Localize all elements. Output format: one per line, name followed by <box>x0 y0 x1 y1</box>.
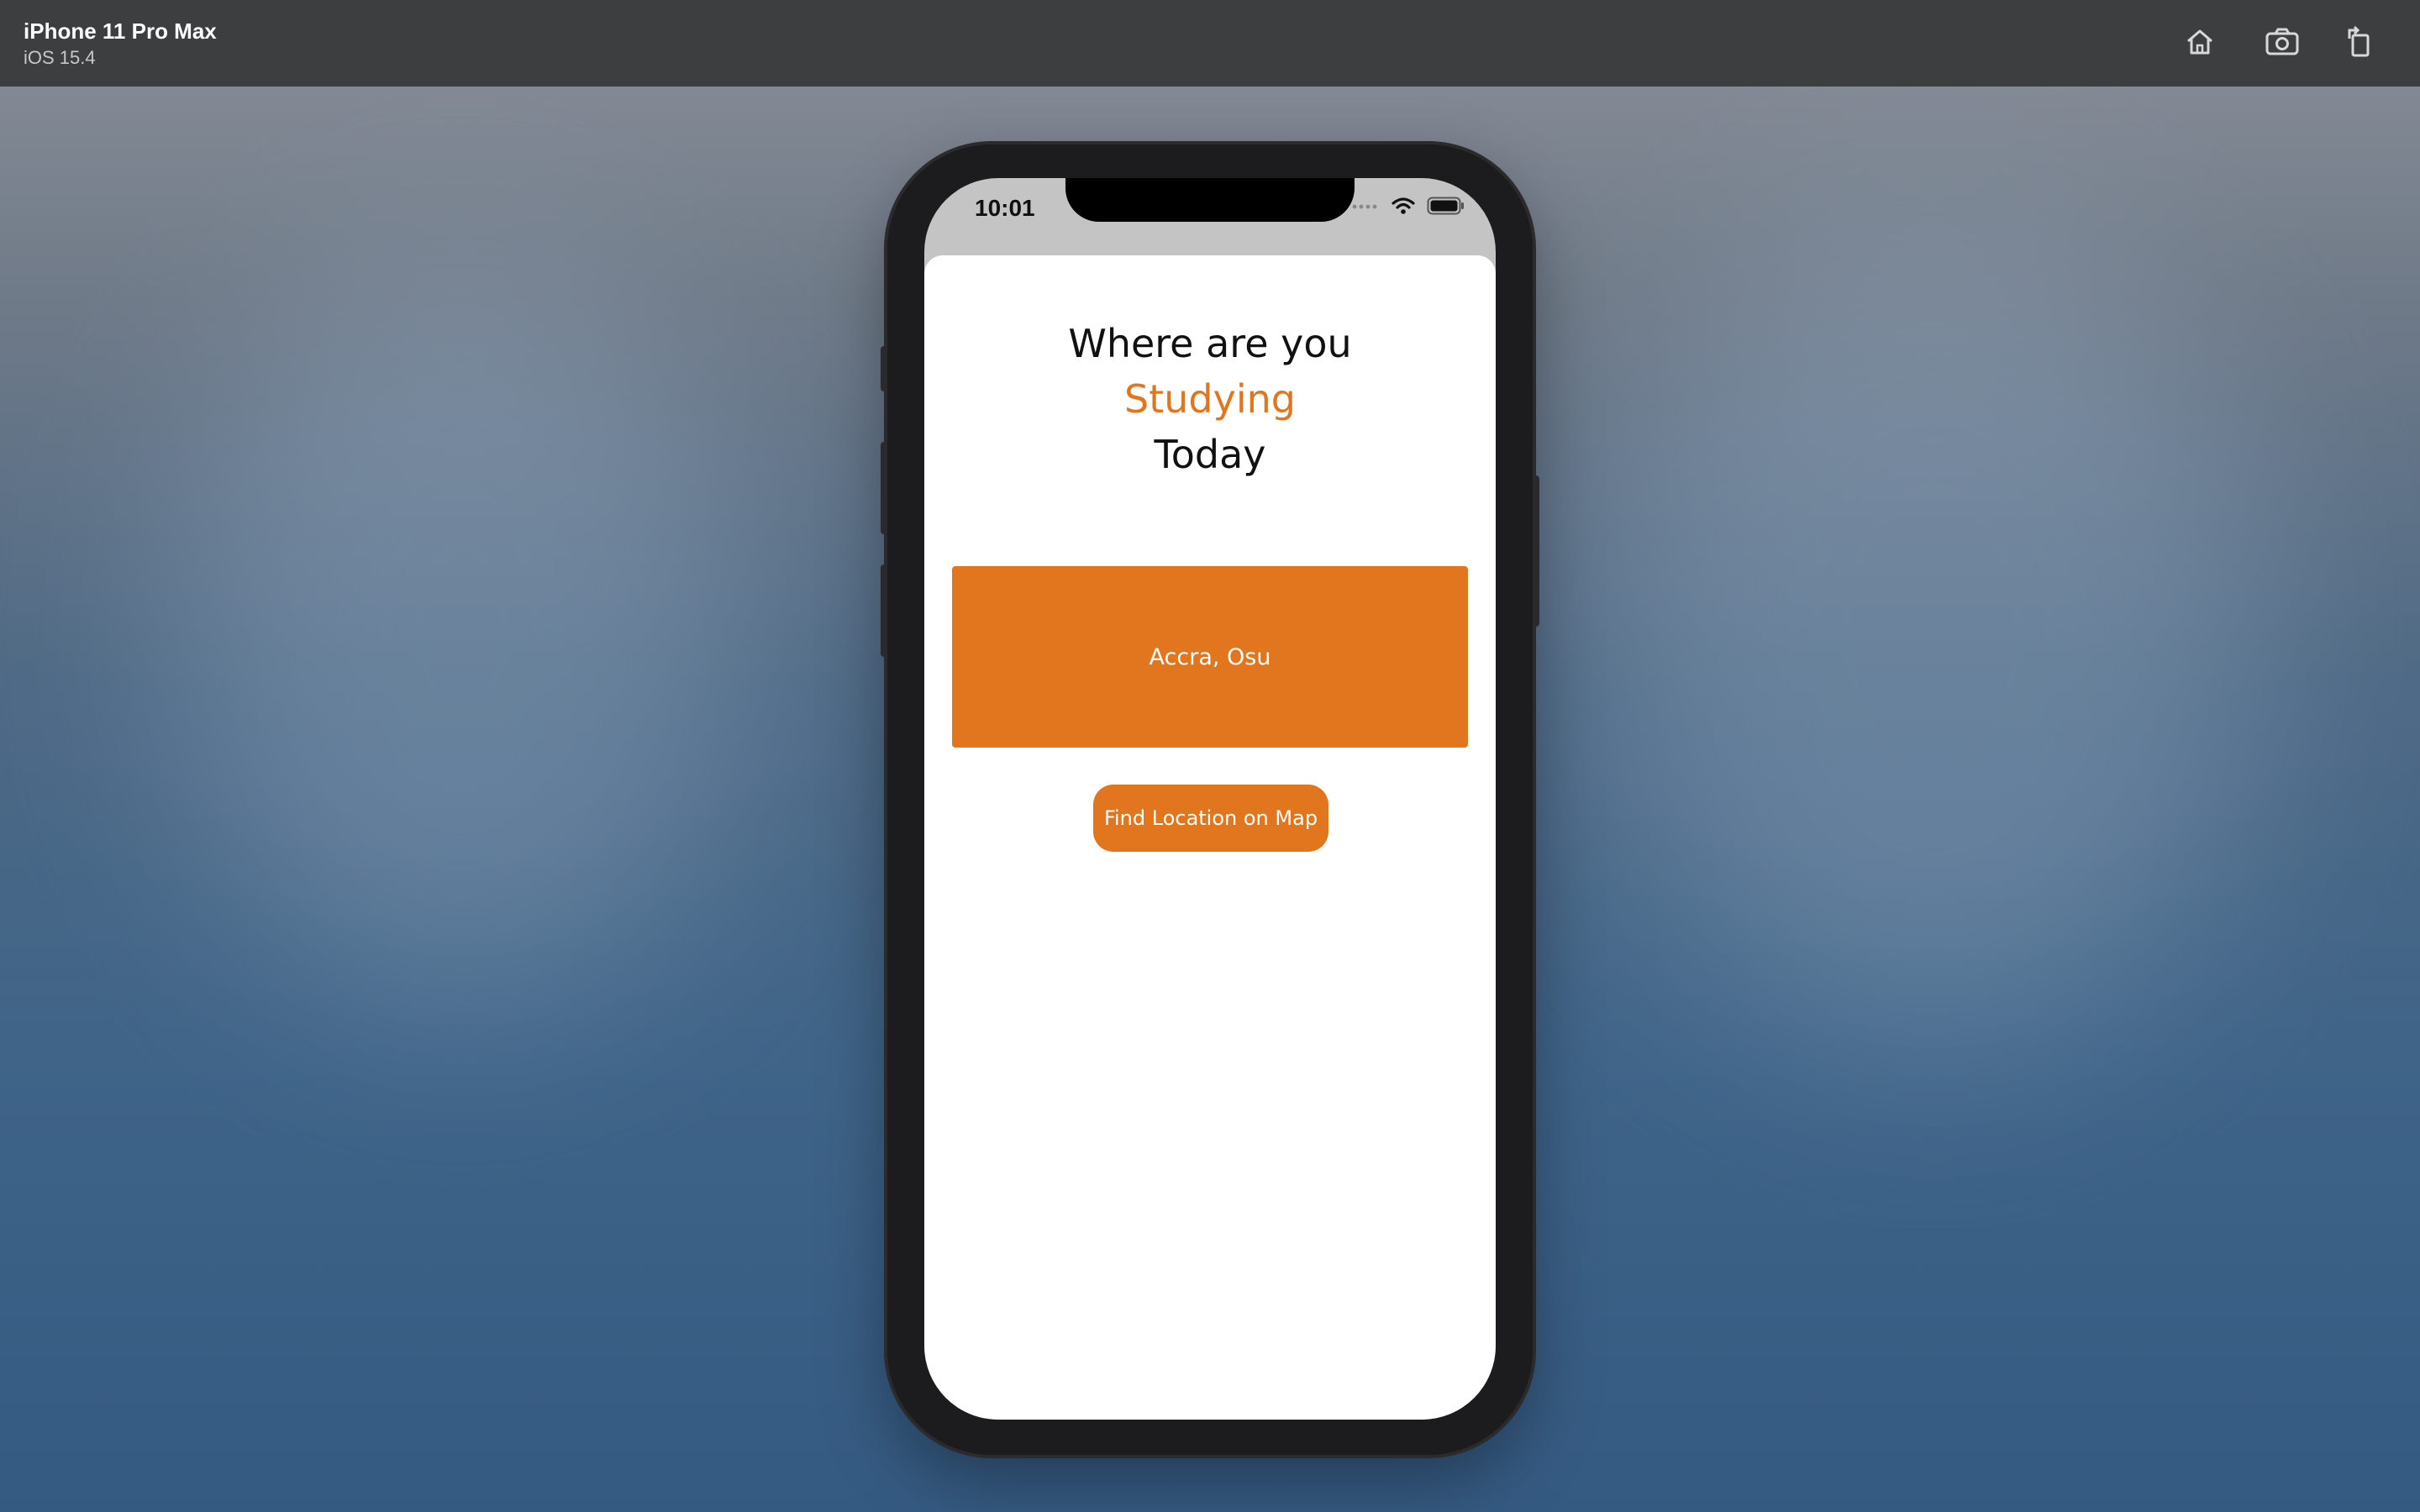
rotate-icon <box>2348 25 2370 57</box>
status-time: 10:01 <box>975 195 1035 221</box>
rotate-button[interactable] <box>2336 20 2380 64</box>
mute-switch <box>881 346 887 391</box>
home-button[interactable] <box>2178 20 2222 64</box>
home-icon <box>2187 29 2212 55</box>
os-version: iOS 15.4 <box>24 47 96 68</box>
phone-screen: 10:01 Where are you Studying Today Accra… <box>924 178 1496 1420</box>
battery-icon <box>1427 197 1464 215</box>
simulator-toolbar: iPhone 11 Pro Max iOS 15.4 <box>0 0 2420 87</box>
find-location-button-label: Find Location on Map <box>1103 806 1318 830</box>
location-display[interactable]: Accra, Osu <box>952 566 1468 748</box>
wifi-icon <box>1392 197 1415 214</box>
location-value: Accra, Osu <box>1149 643 1271 670</box>
phone-frame: 10:01 Where are you Studying Today Accra… <box>881 144 1539 1455</box>
device-name: iPhone 11 Pro Max <box>24 18 217 44</box>
volume-down-button <box>881 564 887 657</box>
status-icons <box>1351 197 1465 215</box>
background-glow <box>168 252 756 1008</box>
volume-up-button <box>881 442 887 534</box>
screenshot-button[interactable] <box>2260 20 2304 64</box>
heading-highlight: Studying <box>1124 376 1296 422</box>
find-location-on-map-button[interactable]: Find Location on Map <box>1093 785 1328 852</box>
notch <box>1065 178 1355 222</box>
heading-line-3: Today <box>1154 432 1266 477</box>
background-glow <box>1597 210 2269 1050</box>
camera-icon <box>2265 28 2299 55</box>
heading-line-1: Where are you <box>1068 321 1352 366</box>
modal-sheet: Where are you Studying Today Accra, Osu … <box>924 255 1496 1420</box>
power-button <box>1533 475 1539 627</box>
cellular-signal-icon <box>1352 204 1377 209</box>
